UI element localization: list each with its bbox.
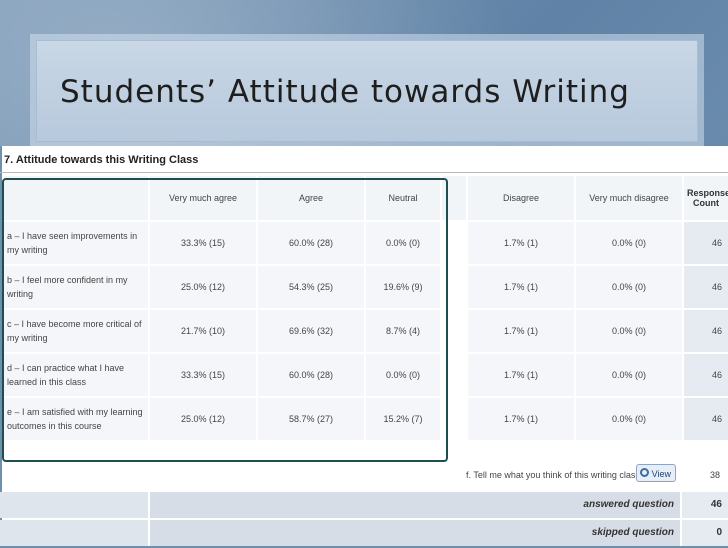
table-header-row: Very much agree Agree Neutral Disagree V… (2, 174, 728, 222)
cell-neutral: 0.0% (0) (364, 352, 442, 398)
comments-label: f. Tell me what you think of this writin… (466, 470, 640, 480)
row-label: e – I am satisfied with my learning outc… (2, 396, 150, 442)
cell-gap (440, 396, 468, 442)
cell-very-much-disagree: 0.0% (0) (574, 264, 684, 310)
cell-very-much-agree: 25.0% (12) (148, 396, 258, 442)
skipped-question-label: skipped question (150, 520, 680, 546)
cell-very-much-agree: 21.7% (10) (148, 308, 258, 354)
view-comments-button[interactable]: View (636, 464, 676, 482)
cell-very-much-disagree: 0.0% (0) (574, 220, 684, 266)
table-row: e – I am satisfied with my learning outc… (2, 396, 728, 442)
cell-agree: 69.6% (32) (256, 308, 366, 354)
cell-gap (440, 308, 468, 354)
header-gap (440, 174, 468, 222)
cell-response-count: 46 (682, 220, 728, 266)
header-agree: Agree (256, 174, 366, 222)
cell-gap (440, 264, 468, 310)
cell-very-much-disagree: 0.0% (0) (574, 352, 684, 398)
comments-count: 38 (709, 470, 720, 480)
view-button-label: View (651, 469, 671, 479)
cell-very-much-disagree: 0.0% (0) (574, 308, 684, 354)
magnifier-icon (640, 468, 649, 477)
header-very-much-disagree: Very much disagree (574, 174, 684, 222)
cell-disagree: 1.7% (1) (466, 352, 576, 398)
header-blank (2, 174, 150, 222)
row-label: b – I feel more confident in my writing (2, 264, 150, 310)
answered-question-label: answered question (150, 492, 680, 518)
cell-disagree: 1.7% (1) (466, 264, 576, 310)
table-row: c – I have become more critical of my wr… (2, 308, 728, 354)
cell-very-much-disagree: 0.0% (0) (574, 396, 684, 442)
question-title: 7. Attitude towards this Writing Class (4, 154, 199, 166)
skipped-question-count: 0 (682, 520, 728, 546)
summary-left-cell (0, 492, 148, 518)
cell-response-count: 46 (682, 308, 728, 354)
survey-results-panel: 7. Attitude towards this Writing Class V… (0, 146, 728, 546)
skipped-question-row: skipped question 0 (0, 520, 728, 548)
cell-agree: 60.0% (28) (256, 352, 366, 398)
cell-response-count: 46 (682, 264, 728, 310)
cell-very-much-agree: 33.3% (15) (148, 220, 258, 266)
header-response-count: Response Count (682, 174, 728, 222)
comments-row: f. Tell me what you think of this writin… (0, 460, 728, 490)
row-label: c – I have become more critical of my wr… (2, 308, 150, 354)
header-very-much-agree: Very much agree (148, 174, 258, 222)
attitude-results-table: Very much agree Agree Neutral Disagree V… (2, 174, 728, 442)
cell-disagree: 1.7% (1) (466, 396, 576, 442)
cell-agree: 54.3% (25) (256, 264, 366, 310)
cell-neutral: 15.2% (7) (364, 396, 442, 442)
cell-agree: 58.7% (27) (256, 396, 366, 442)
cell-response-count: 46 (682, 396, 728, 442)
table-row: a – I have seen improvements in my writi… (2, 220, 728, 266)
cell-neutral: 8.7% (4) (364, 308, 442, 354)
cell-very-much-agree: 33.3% (15) (148, 352, 258, 398)
question-divider (0, 172, 728, 173)
table-row: b – I feel more confident in my writing … (2, 264, 728, 310)
table-row: d – I can practice what I have learned i… (2, 352, 728, 398)
row-label: d – I can practice what I have learned i… (2, 352, 150, 398)
cell-gap (440, 220, 468, 266)
cell-gap (440, 352, 468, 398)
answered-question-row: answered question 46 (0, 492, 728, 520)
cell-agree: 60.0% (28) (256, 220, 366, 266)
header-disagree: Disagree (466, 174, 576, 222)
header-neutral: Neutral (364, 174, 442, 222)
cell-neutral: 19.6% (9) (364, 264, 442, 310)
summary-left-cell (0, 520, 148, 546)
cell-neutral: 0.0% (0) (364, 220, 442, 266)
cell-very-much-agree: 25.0% (12) (148, 264, 258, 310)
row-label: a – I have seen improvements in my writi… (2, 220, 150, 266)
cell-response-count: 46 (682, 352, 728, 398)
cell-disagree: 1.7% (1) (466, 220, 576, 266)
cell-disagree: 1.7% (1) (466, 308, 576, 354)
answered-question-count: 46 (682, 492, 728, 518)
slide-title: Students’ Attitude towards Writing (60, 74, 630, 110)
